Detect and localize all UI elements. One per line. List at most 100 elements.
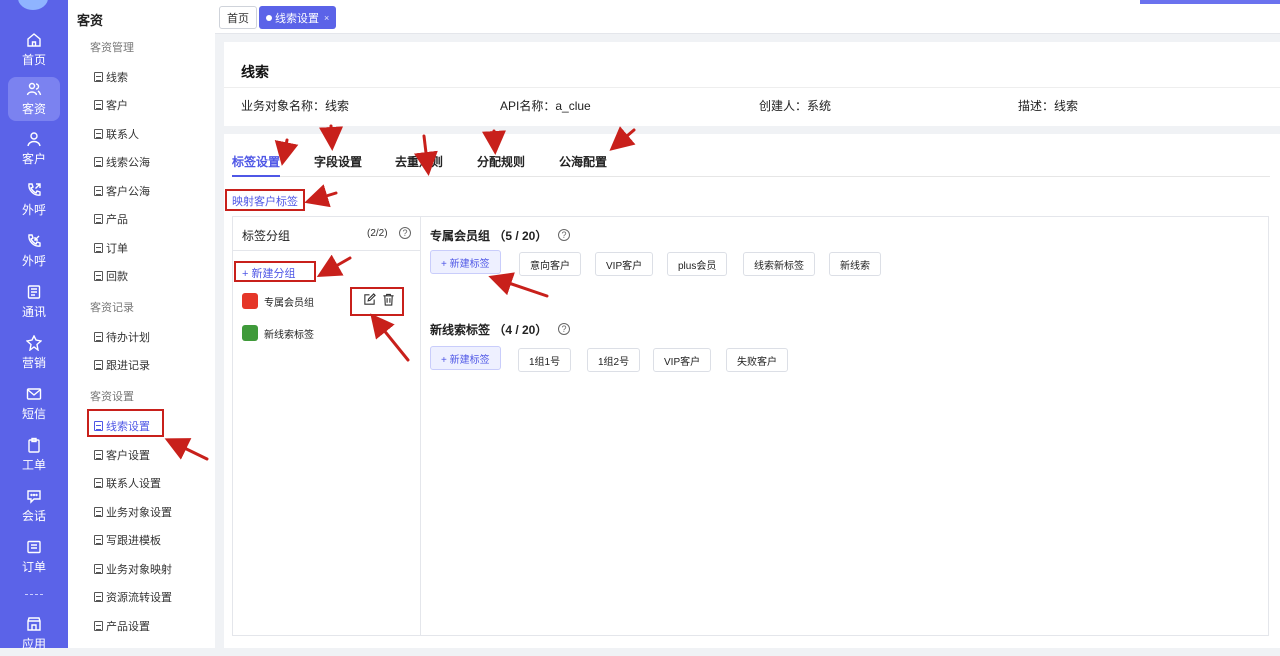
page-title: 线索 <box>241 64 269 80</box>
section-title: 客资管理 <box>90 42 134 54</box>
group-item[interactable]: 新线索标签 <box>242 325 314 341</box>
sidebar-item-contacts[interactable]: 联系人 <box>94 126 139 142</box>
document-icon <box>94 621 103 631</box>
tag-groups-title: 标签分组 <box>242 229 291 243</box>
rail-item-sms[interactable]: 短信 <box>8 382 60 426</box>
tag-panel: 标签分组 (2/2) ? + 新建分组 专属会员组 新线索标签 专属会员组 （5… <box>232 216 1269 636</box>
section-title: 客资记录 <box>90 302 134 314</box>
help-icon[interactable]: ? <box>558 229 570 241</box>
annotation-box <box>350 287 404 316</box>
sidebar-item-todo-plan[interactable]: 待办计划 <box>94 329 150 345</box>
sidebar-item-customers[interactable]: 客户 <box>94 97 128 113</box>
rail-item-outbound[interactable]: 外呼 <box>8 178 60 222</box>
tag-chip[interactable]: 意向客户 <box>519 252 581 276</box>
rail-item-leads[interactable]: 客资 <box>8 77 60 121</box>
sidebar-item-leads[interactable]: 线索 <box>94 69 128 85</box>
tab-field-settings[interactable]: 字段设置 <box>314 153 362 170</box>
home-icon <box>27 33 41 47</box>
rail-item-customers[interactable]: 客户 <box>8 127 60 171</box>
address-book-icon <box>27 285 41 299</box>
new-tag-button[interactable]: + 新建标签 <box>430 346 501 370</box>
document-icon <box>94 332 103 342</box>
tag-chip[interactable]: 线索新标签 <box>743 252 815 276</box>
tab-bar: 首页 线索设置 × <box>215 0 1280 34</box>
sub-sidebar: 客资 客资管理 线索 客户 联系人 线索公海 客户公海 产品 订单 回款 客资记… <box>68 0 215 648</box>
annotation-box <box>87 409 164 437</box>
document-icon <box>94 592 103 602</box>
sidebar-item-contact-settings[interactable]: 联系人设置 <box>94 475 161 491</box>
document-icon <box>94 186 103 196</box>
document-icon <box>94 507 103 517</box>
sidebar-item-followups[interactable]: 跟进记录 <box>94 357 150 373</box>
users-icon <box>26 82 42 96</box>
rail-item-home[interactable]: 首页 <box>8 28 60 72</box>
section-title: 客资设置 <box>90 391 134 403</box>
object-name: 业务对象名称：线索 <box>241 99 350 113</box>
phone-in-icon <box>28 234 41 247</box>
sidebar-item-customer-settings[interactable]: 客户设置 <box>94 447 150 463</box>
tag-groups-count: (2/2) <box>367 228 388 239</box>
rail-item-contacts[interactable]: 通讯 <box>8 280 60 324</box>
sidebar-item-product-settings[interactable]: 产品设置 <box>94 618 150 634</box>
tab-tag-settings[interactable]: 标签设置 <box>232 153 280 170</box>
creator: 创建人：系统 <box>759 99 832 113</box>
marketing-icon <box>26 335 42 351</box>
document-icon <box>94 214 103 224</box>
tab-assign-rules[interactable]: 分配规则 <box>477 153 525 170</box>
sidebar-item-payments[interactable]: 回款 <box>94 268 128 284</box>
document-icon <box>94 243 103 253</box>
settings-card: 标签设置 字段设置 去重规则 分配规则 公海配置 映射客户标签 标签分组 (2/… <box>224 134 1280 648</box>
document-icon <box>94 535 103 545</box>
tag-chip[interactable]: 失败客户 <box>726 348 788 372</box>
group-color-swatch <box>242 325 258 341</box>
document-icon <box>94 478 103 488</box>
sidebar-item-resource-flow[interactable]: 资源流转设置 <box>94 589 172 605</box>
sidebar-item-orders[interactable]: 订单 <box>94 240 128 256</box>
sidebar-item-followup-template[interactable]: 写跟进模板 <box>94 532 161 548</box>
tag-chip[interactable]: plus会员 <box>667 252 728 276</box>
annotation-box <box>234 261 316 282</box>
top-accent-bar <box>1140 0 1280 4</box>
rail-item-orders[interactable]: 订单 <box>8 535 60 579</box>
sms-icon <box>26 388 42 400</box>
user-icon <box>27 132 41 147</box>
rail-item-apps[interactable]: 应用 <box>8 612 60 656</box>
active-tab-indicator <box>232 175 280 177</box>
object-info-card: 线索 业务对象名称：线索 API名称：a_clue 创建人：系统 描述：线索 <box>224 42 1280 126</box>
rail-item-outbound-2[interactable]: 外呼 <box>8 229 60 273</box>
sidebar-item-lead-pool[interactable]: 线索公海 <box>94 154 150 170</box>
tag-groups-header: 标签分组 (2/2) ? <box>233 217 420 251</box>
sidebar-item-products[interactable]: 产品 <box>94 211 128 227</box>
clipboard-icon <box>28 437 40 453</box>
rail-item-marketing[interactable]: 营销 <box>8 331 60 375</box>
document-icon <box>94 100 103 110</box>
sidebar-item-object-mapping[interactable]: 业务对象映射 <box>94 561 172 577</box>
tag-chip[interactable]: 1组1号 <box>518 348 572 372</box>
active-dot-icon <box>266 14 272 21</box>
document-icon <box>94 271 103 281</box>
rail-item-chat[interactable]: 会话 <box>8 484 60 528</box>
sidebar-item-object-settings[interactable]: 业务对象设置 <box>94 504 172 520</box>
tab-dedupe-rules[interactable]: 去重规则 <box>395 153 443 170</box>
chat-icon <box>27 490 41 504</box>
sub-sidebar-title: 客资 <box>77 13 104 28</box>
tag-chip[interactable]: 新线索 <box>829 252 881 276</box>
sidebar-item-customer-pool[interactable]: 客户公海 <box>94 183 150 199</box>
help-icon[interactable]: ? <box>399 227 411 239</box>
api-name: API名称：a_clue <box>500 99 591 113</box>
tab-pool-config[interactable]: 公海配置 <box>559 153 607 170</box>
document-icon <box>94 564 103 574</box>
group-item[interactable]: 专属会员组 <box>242 293 314 309</box>
close-icon[interactable]: × <box>324 13 329 23</box>
tab-lead-settings[interactable]: 线索设置 × <box>259 6 337 29</box>
tag-chip[interactable]: VIP客户 <box>595 252 654 276</box>
tag-chip[interactable]: VIP客户 <box>653 348 712 372</box>
annotation-box <box>225 189 305 211</box>
phone-out-icon <box>28 183 41 196</box>
new-tag-button[interactable]: + 新建标签 <box>430 250 501 274</box>
help-icon[interactable]: ? <box>558 323 570 335</box>
rail-item-tickets[interactable]: 工单 <box>8 433 60 477</box>
tab-home[interactable]: 首页 <box>219 6 257 29</box>
tag-chip[interactable]: 1组2号 <box>587 348 641 372</box>
document-icon <box>94 360 103 370</box>
